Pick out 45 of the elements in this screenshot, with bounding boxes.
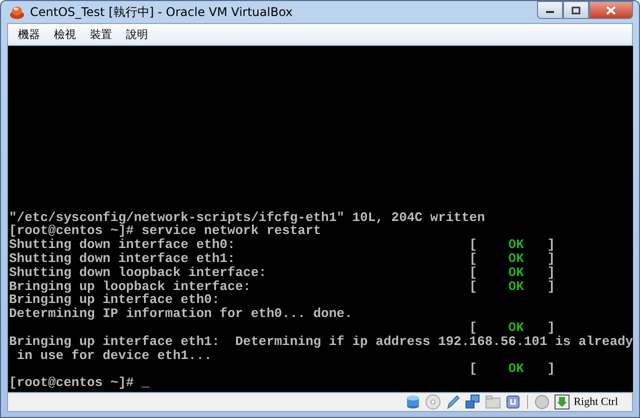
terminal-line: [root@centos ~]# _ <box>9 376 150 390</box>
ok-status: OK <box>508 321 525 335</box>
ok-status: OK <box>508 252 525 266</box>
status-bracket: [ <box>469 238 478 252</box>
status-bracket: ] <box>547 280 556 294</box>
status-bracket: ] <box>547 266 556 280</box>
terminal-line: "/etc/sysconfig/network-scripts/ifcfg-eth1" 10L, 204C written <box>9 210 485 224</box>
status-bracket: ] <box>547 238 556 252</box>
terminal-line: Shutting down interface eth1: <box>9 252 236 266</box>
menu-item[interactable]: 裝置 <box>84 27 118 42</box>
ok-status: OK <box>508 266 525 280</box>
status-bracket: [ <box>469 321 478 335</box>
status-bracket: [ <box>469 362 478 376</box>
ok-status: OK <box>508 280 525 294</box>
arrow-down-icon[interactable] <box>554 394 570 410</box>
status-bracket: ] <box>547 252 556 266</box>
hard-disk-icon[interactable] <box>404 394 421 410</box>
terminal-line: in use for device eth1... <box>16 348 212 362</box>
maximize-button[interactable] <box>563 1 589 19</box>
terminal-line: Bringing up interface eth0: <box>9 293 220 308</box>
terminal-line: Bringing up interface eth1: Determining if ip address 192.168.56.101 is already <box>9 334 633 349</box>
terminal-line: Shutting down interface eth0: <box>9 238 236 252</box>
close-icon <box>606 6 616 14</box>
close-button[interactable] <box>589 1 633 19</box>
minimize-button[interactable] <box>537 1 563 19</box>
status-bracket: [ <box>469 252 478 266</box>
terminal-line: Bringing up loopback interface: <box>9 280 252 294</box>
status-bracket: ] <box>547 321 556 335</box>
terminal-line: Determining IP information for eth0... done. <box>9 307 352 322</box>
status-bracket: [ <box>469 266 478 280</box>
terminal-line: Shutting down loopback interface: <box>9 266 268 280</box>
usb-icon[interactable] <box>504 394 521 410</box>
maximize-icon <box>571 6 581 14</box>
terminal-line: [root@centos ~]# service network restart <box>9 224 322 238</box>
ok-status: OK <box>508 362 525 376</box>
pen-icon[interactable] <box>444 394 461 410</box>
ok-status: OK <box>508 238 525 252</box>
network-icon[interactable] <box>464 394 481 410</box>
menu-item[interactable]: 說明 <box>120 27 154 42</box>
menu-item[interactable]: 機器 <box>12 27 46 42</box>
window-title: CentOS_Test [執行中] - Oracle VM VirtualBox <box>30 4 294 20</box>
status-bracket: ] <box>547 362 556 376</box>
host-key-label: Right Ctrl <box>574 396 618 408</box>
status-bracket: [ <box>469 280 478 294</box>
menu-item[interactable]: 檢視 <box>48 27 82 42</box>
